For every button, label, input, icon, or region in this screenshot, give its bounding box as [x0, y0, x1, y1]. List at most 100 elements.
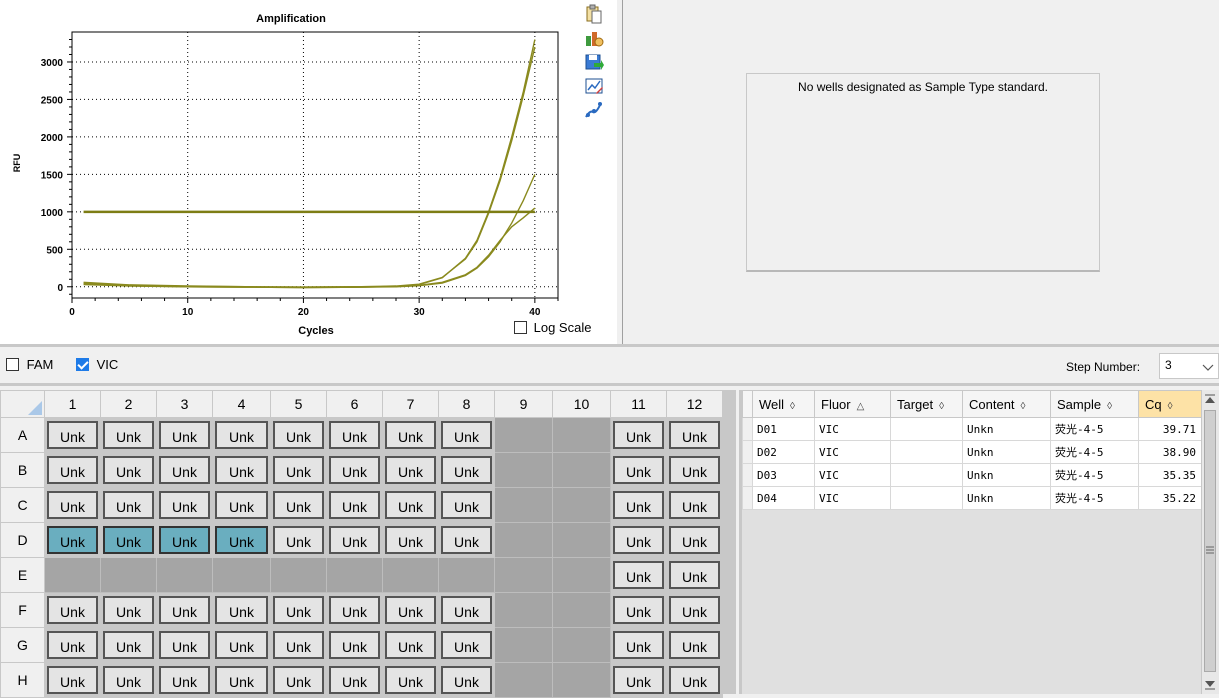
plate-well[interactable] [494, 452, 553, 488]
plate-column-header[interactable]: 8 [438, 390, 495, 418]
plate-well[interactable] [494, 522, 553, 558]
save-image-icon[interactable] [584, 52, 604, 72]
plate-well[interactable]: Unk [156, 627, 213, 663]
results-row-selector[interactable] [742, 440, 753, 464]
plate-well[interactable]: Unk [610, 592, 667, 628]
plate-column-header[interactable]: 3 [156, 390, 213, 418]
plate-well[interactable]: Unk [100, 592, 157, 628]
scroll-down-icon[interactable] [1202, 676, 1218, 692]
plate-column-header[interactable]: 6 [326, 390, 383, 418]
plate-well[interactable]: Unk [438, 452, 495, 488]
plate-well[interactable]: Unk [382, 452, 439, 488]
plate-well[interactable] [552, 452, 611, 488]
plate-well[interactable]: Unk [156, 452, 213, 488]
plate-well[interactable]: Unk [326, 662, 383, 698]
plate-well[interactable]: Unk [438, 522, 495, 558]
plate-column-header[interactable]: 10 [552, 390, 611, 418]
plate-well[interactable] [494, 627, 553, 663]
sort-indicator-icon[interactable]: ◊ [939, 401, 944, 412]
plate-well[interactable] [494, 592, 553, 628]
plate-row-header[interactable]: E [0, 557, 45, 593]
plate-well[interactable]: Unk [666, 417, 723, 453]
plate-column-header[interactable]: 11 [610, 390, 667, 418]
plate-well[interactable]: Unk [610, 662, 667, 698]
results-column-header[interactable]: Well ◊ [752, 390, 815, 418]
plate-well[interactable]: Unk [44, 662, 101, 698]
plate-well[interactable]: Unk [44, 592, 101, 628]
plate-well[interactable] [552, 557, 611, 593]
plate-well[interactable] [552, 522, 611, 558]
plate-well[interactable]: Unk [666, 627, 723, 663]
plate-row-header[interactable]: A [0, 417, 45, 453]
plate-well[interactable]: Unk [610, 452, 667, 488]
plate-well[interactable]: Unk [156, 522, 213, 558]
plate-well[interactable]: Unk [610, 557, 667, 593]
plate-row-header[interactable]: H [0, 662, 45, 698]
plate-well[interactable]: Unk [270, 452, 327, 488]
plate-well[interactable] [494, 487, 553, 523]
plate-well[interactable]: Unk [438, 417, 495, 453]
vic-option[interactable]: VIC [76, 356, 118, 372]
plate-well[interactable]: Unk [100, 662, 157, 698]
plate-well[interactable]: Unk [44, 452, 101, 488]
plate-well[interactable]: Unk [382, 522, 439, 558]
step-number-select[interactable]: 3 [1159, 353, 1219, 379]
plate-column-header[interactable]: 1 [44, 390, 101, 418]
plate-column-header[interactable]: 4 [212, 390, 271, 418]
plate-well[interactable]: Unk [666, 592, 723, 628]
sort-indicator-icon[interactable]: △ [857, 401, 865, 412]
results-scrollbar[interactable] [1201, 390, 1219, 694]
plate-well[interactable]: Unk [156, 592, 213, 628]
sort-indicator-icon[interactable]: ◊ [1021, 401, 1026, 412]
plate-well[interactable] [552, 627, 611, 663]
plate-well[interactable]: Unk [666, 452, 723, 488]
log-scale-option[interactable]: Log Scale [514, 319, 591, 335]
results-row[interactable]: D04 VIC Unkn 荧光-4-5 35.22 [742, 486, 1203, 510]
results-column-header[interactable]: Sample ◊ [1050, 390, 1139, 418]
log-scale-checkbox[interactable] [514, 321, 527, 335]
sort-indicator-icon[interactable]: ◊ [1107, 401, 1112, 412]
plate-well[interactable]: Unk [326, 627, 383, 663]
plate-well[interactable] [326, 557, 383, 593]
plate-well[interactable]: Unk [438, 627, 495, 663]
plate-well[interactable]: Unk [382, 417, 439, 453]
plate-well[interactable] [156, 557, 213, 593]
curve-icon[interactable] [584, 100, 604, 120]
results-row[interactable]: D01 VIC Unkn 荧光-4-5 39.71 [742, 417, 1203, 441]
fam-checkbox[interactable] [6, 358, 19, 372]
plate-well[interactable]: Unk [382, 627, 439, 663]
plate-well[interactable] [552, 592, 611, 628]
vic-checkbox[interactable] [76, 358, 89, 372]
results-column-header[interactable]: Content ◊ [962, 390, 1051, 418]
plate-well[interactable]: Unk [156, 662, 213, 698]
plate-well[interactable]: Unk [212, 487, 271, 523]
copy-icon[interactable] [584, 4, 604, 24]
plate-well[interactable]: Unk [438, 662, 495, 698]
plate-well[interactable]: Unk [100, 417, 157, 453]
plate-well[interactable]: Unk [212, 452, 271, 488]
plate-row-header[interactable]: D [0, 522, 45, 558]
results-row[interactable]: D03 VIC Unkn 荧光-4-5 35.35 [742, 463, 1203, 487]
plate-well[interactable]: Unk [382, 592, 439, 628]
plate-well[interactable]: Unk [44, 417, 101, 453]
plate-well[interactable] [438, 557, 495, 593]
plate-well[interactable]: Unk [100, 487, 157, 523]
plate-well[interactable]: Unk [610, 627, 667, 663]
plate-column-header[interactable]: 9 [494, 390, 553, 418]
plate-column-header[interactable]: 2 [100, 390, 157, 418]
plate-well[interactable]: Unk [270, 592, 327, 628]
plate-well[interactable]: Unk [100, 452, 157, 488]
plate-well[interactable]: Unk [156, 417, 213, 453]
scroll-up-icon[interactable] [1202, 392, 1218, 408]
plate-well[interactable]: Unk [44, 522, 101, 558]
plate-well[interactable]: Unk [44, 627, 101, 663]
plate-well[interactable] [552, 662, 611, 698]
plate-well[interactable] [552, 417, 611, 453]
results-column-header[interactable]: Target ◊ [890, 390, 963, 418]
plate-well[interactable] [494, 557, 553, 593]
plate-column-header[interactable]: 12 [666, 390, 723, 418]
plate-well[interactable]: Unk [100, 522, 157, 558]
plate-well[interactable]: Unk [270, 487, 327, 523]
scroll-thumb[interactable] [1204, 410, 1216, 672]
plate-row-header[interactable]: C [0, 487, 45, 523]
